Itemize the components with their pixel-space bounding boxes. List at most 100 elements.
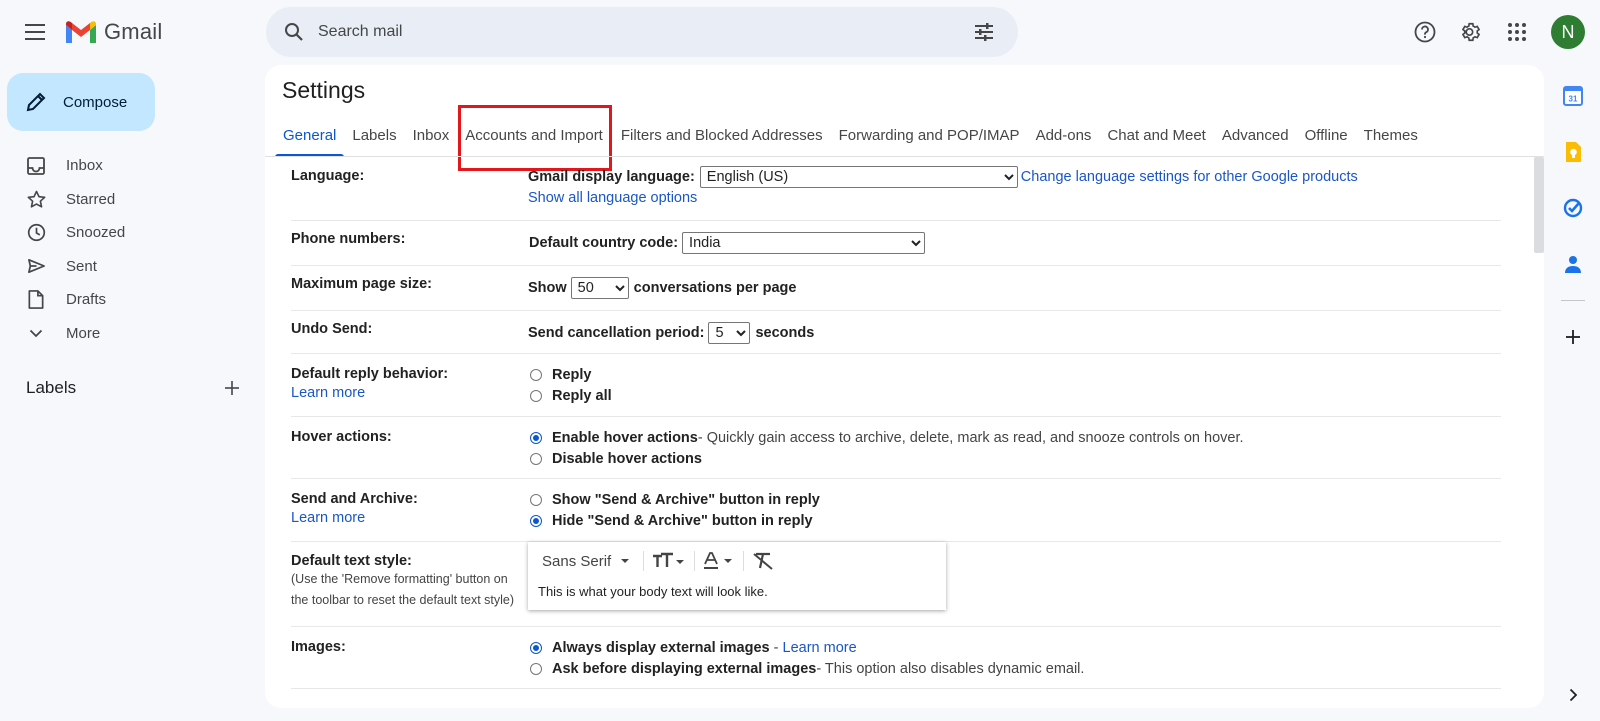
tasks-icon xyxy=(1563,198,1583,218)
top-right-actions: N xyxy=(1405,12,1600,52)
page-size-select[interactable]: 50 xyxy=(570,276,629,299)
calendar-app-button[interactable]: 31 xyxy=(1553,76,1593,116)
send-archive-learn-more-link[interactable]: Learn more xyxy=(291,510,418,526)
tab-themes[interactable]: Themes xyxy=(1356,119,1426,155)
gmail-m-icon xyxy=(66,21,96,43)
tab-general[interactable]: General xyxy=(275,119,345,157)
tab-chat-and-meet[interactable]: Chat and Meet xyxy=(1099,119,1213,155)
sidebar-item-snoozed[interactable]: Snoozed xyxy=(0,216,240,250)
get-add-ons-button[interactable] xyxy=(1553,317,1593,357)
reply-radio[interactable] xyxy=(530,368,542,381)
chevron-down-icon xyxy=(29,329,43,338)
compose-button[interactable]: Compose xyxy=(7,73,155,131)
show-send-archive-radio[interactable] xyxy=(530,493,542,506)
font-family-select[interactable]: Sans Serif xyxy=(542,553,611,570)
disable-hover-label: Disable hover actions xyxy=(552,450,702,467)
cancellation-period-select[interactable]: 5 xyxy=(708,321,751,344)
send-icon xyxy=(27,259,45,274)
scrollbar-thumb[interactable] xyxy=(1534,157,1544,253)
show-side-panel-button[interactable] xyxy=(1561,683,1585,707)
sidebar-nav: Inbox Starred Snoozed Sent Drafts More xyxy=(0,149,256,350)
setting-label: Undo Send: xyxy=(291,321,373,337)
search-icon xyxy=(285,23,303,41)
settings-rows: Language: Gmail display language: Englis… xyxy=(291,158,1501,689)
sidebar-item-drafts[interactable]: Drafts xyxy=(0,283,240,317)
sidebar-item-inbox[interactable]: Inbox xyxy=(0,149,240,183)
contacts-icon xyxy=(1565,256,1581,273)
reply-all-radio[interactable] xyxy=(530,389,542,402)
setting-row-text-style: Default text style: (Use the 'Remove for… xyxy=(291,542,1501,627)
text-style-editor: Sans Serif This is what your body text w… xyxy=(528,542,946,610)
dropdown-caret-icon xyxy=(621,559,630,563)
tab-labels[interactable]: Labels xyxy=(344,119,404,155)
search-input[interactable] xyxy=(318,12,964,52)
editor-toolbar: Sans Serif xyxy=(528,542,946,580)
plus-icon[interactable] xyxy=(224,380,240,396)
setting-label: Default text style: xyxy=(291,553,412,569)
country-code-select[interactable]: India xyxy=(682,231,926,254)
search-options-button[interactable] xyxy=(964,12,1004,52)
change-language-link[interactable]: Change language settings for other Googl… xyxy=(1021,169,1358,185)
reply-learn-more-link[interactable]: Learn more xyxy=(291,385,448,401)
show-all-languages-link[interactable]: Show all language options xyxy=(528,190,697,206)
images-learn-more-link[interactable]: Learn more xyxy=(783,640,857,656)
keep-icon xyxy=(1566,142,1581,162)
keep-app-button[interactable] xyxy=(1553,132,1593,172)
text-style-hint-2: the toolbar to reset the default text st… xyxy=(291,593,515,607)
tab-inbox[interactable]: Inbox xyxy=(405,119,458,155)
ask-before-images-description: - This option also disables dynamic emai… xyxy=(816,660,1085,677)
ask-before-images-label: Ask before displaying external images xyxy=(552,660,817,677)
setting-label: Images: xyxy=(291,639,346,655)
gmail-logo[interactable]: Gmail xyxy=(64,16,162,48)
hide-send-archive-label: Hide "Send & Archive" button in reply xyxy=(552,512,813,529)
contacts-app-button[interactable] xyxy=(1553,244,1593,284)
setting-label: Default reply behavior: xyxy=(291,366,449,382)
apps-grid-icon xyxy=(1508,23,1526,41)
tab-forwarding[interactable]: Forwarding and POP/IMAP xyxy=(831,119,1028,155)
google-apps-button[interactable] xyxy=(1497,12,1537,52)
hide-send-archive-radio[interactable] xyxy=(530,514,542,527)
tab-offline[interactable]: Offline xyxy=(1297,119,1356,155)
sidebar-item-sent[interactable]: Sent xyxy=(0,250,240,284)
font-size-icon[interactable] xyxy=(652,552,686,570)
star-icon xyxy=(27,190,45,208)
settings-tabs: General Labels Inbox Accounts and Import… xyxy=(275,105,1426,171)
tab-advanced[interactable]: Advanced xyxy=(1214,119,1297,155)
tasks-app-button[interactable] xyxy=(1553,188,1593,228)
main-menu-button[interactable] xyxy=(16,12,56,52)
clock-icon xyxy=(27,224,45,242)
tab-add-ons[interactable]: Add-ons xyxy=(1028,119,1100,155)
ask-before-images-radio[interactable] xyxy=(530,662,542,675)
search-bar xyxy=(266,7,1018,57)
setting-row-images: Images: Always display external images -… xyxy=(291,627,1501,689)
settings-button[interactable] xyxy=(1451,12,1491,52)
display-language-label: Gmail display language: xyxy=(528,168,695,185)
help-icon xyxy=(1414,21,1436,43)
tune-icon xyxy=(975,23,993,41)
undo-send-prefix: Send cancellation period: xyxy=(528,324,705,341)
text-style-preview: This is what your body text will look li… xyxy=(538,584,768,599)
remove-formatting-icon[interactable] xyxy=(752,552,774,570)
tabs-divider xyxy=(265,156,1544,157)
page-size-prefix: Show xyxy=(528,279,567,296)
sidebar-item-label: Starred xyxy=(66,190,116,208)
disable-hover-radio[interactable] xyxy=(530,452,542,465)
account-avatar[interactable]: N xyxy=(1551,15,1585,49)
side-panel: 31 xyxy=(1553,76,1593,373)
tab-filters[interactable]: Filters and Blocked Addresses xyxy=(613,119,831,155)
text-style-hint-1: (Use the 'Remove formatting' button on xyxy=(291,572,508,586)
enable-hover-label: Enable hover actions xyxy=(552,429,698,446)
search-button[interactable] xyxy=(270,8,318,56)
draft-icon xyxy=(28,290,44,310)
enable-hover-radio[interactable] xyxy=(530,431,542,444)
always-display-images-radio[interactable] xyxy=(530,641,542,654)
support-button[interactable] xyxy=(1405,12,1445,52)
text-color-icon[interactable] xyxy=(703,552,735,570)
display-language-select[interactable]: English (US) xyxy=(699,165,1018,188)
sidebar-item-starred[interactable]: Starred xyxy=(0,183,240,217)
sidebar-item-more[interactable]: More xyxy=(0,317,240,351)
calendar-icon: 31 xyxy=(1563,86,1583,106)
pencil-icon xyxy=(26,92,46,112)
setting-row-language: Language: Gmail display language: Englis… xyxy=(291,158,1501,221)
setting-label: Maximum page size: xyxy=(291,276,433,292)
